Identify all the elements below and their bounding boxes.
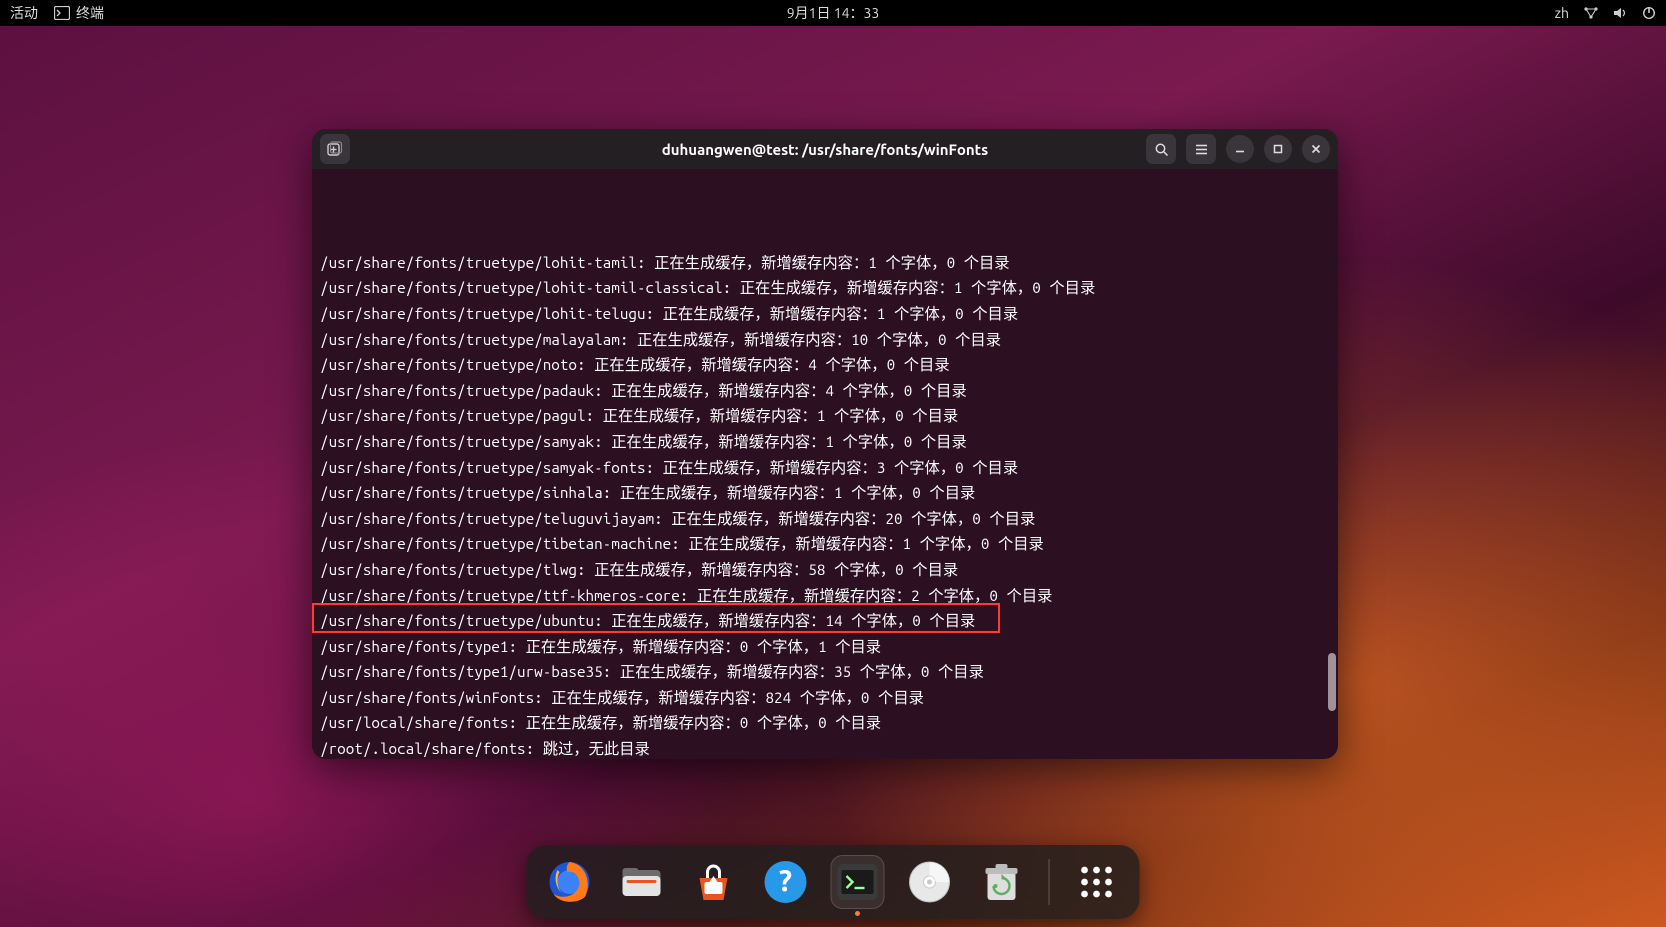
trash-icon[interactable] xyxy=(975,855,1029,909)
terminal-output-line: /usr/share/fonts/truetype/noto: 正在生成缓存，新… xyxy=(320,352,1330,378)
disc-icon[interactable] xyxy=(903,855,957,909)
terminal-output-line: /usr/share/fonts/truetype/padauk: 正在生成缓存… xyxy=(320,378,1330,404)
terminal-body[interactable]: /usr/share/fonts/truetype/lohit-tamil: 正… xyxy=(312,169,1338,759)
focused-app-menu[interactable]: 终端 xyxy=(54,3,104,23)
terminal-output-line: /usr/share/fonts/truetype/ttf-khmeros-co… xyxy=(320,583,1330,609)
firefox-icon[interactable] xyxy=(543,855,597,909)
window-titlebar[interactable]: duhuangwen@test: /usr/share/fonts/winFon… xyxy=(312,129,1338,169)
hamburger-menu-button[interactable] xyxy=(1186,134,1216,164)
search-button[interactable] xyxy=(1146,134,1176,164)
terminal-output-line: /usr/share/fonts/truetype/pagul: 正在生成缓存，… xyxy=(320,403,1330,429)
terminal-icon[interactable] xyxy=(831,855,885,909)
terminal-output-line: /usr/share/fonts/truetype/lohit-telugu: … xyxy=(320,301,1330,327)
help-icon[interactable]: ? xyxy=(759,855,813,909)
clock[interactable]: 9月1日 14：33 xyxy=(787,3,880,23)
topbar: 活动 终端 9月1日 14：33 zh xyxy=(0,0,1666,26)
terminal-output-line: /usr/share/fonts/truetype/sinhala: 正在生成缓… xyxy=(320,480,1330,506)
dock-divider xyxy=(1049,859,1050,905)
terminal-output-line: /usr/share/fonts/truetype/tibetan-machin… xyxy=(320,531,1330,557)
input-method-indicator[interactable]: zh xyxy=(1555,5,1569,21)
terminal-output-line: /usr/share/fonts/truetype/samyak: 正在生成缓存… xyxy=(320,429,1330,455)
terminal-output-line: /usr/share/fonts/truetype/ubuntu: 正在生成缓存… xyxy=(320,608,1330,634)
power-icon[interactable] xyxy=(1642,6,1656,20)
apps-grid-icon[interactable] xyxy=(1070,855,1124,909)
terminal-output-line: /usr/share/fonts/type1: 正在生成缓存，新增缓存内容：0 … xyxy=(320,634,1330,660)
terminal-window: duhuangwen@test: /usr/share/fonts/winFon… xyxy=(312,129,1338,759)
close-button[interactable] xyxy=(1302,135,1330,163)
scrollbar-thumb[interactable] xyxy=(1328,653,1336,711)
terminal-icon xyxy=(54,6,70,20)
terminal-output-line: /usr/share/fonts/truetype/lohit-tamil-cl… xyxy=(320,275,1330,301)
terminal-output-line: /usr/local/share/fonts: 正在生成缓存，新增缓存内容：0 … xyxy=(320,710,1330,736)
terminal-output-line: /usr/share/fonts/truetype/lohit-tamil: 正… xyxy=(320,250,1330,276)
dock: ? xyxy=(527,845,1140,919)
terminal-output-line: /usr/share/fonts/truetype/tlwg: 正在生成缓存，新… xyxy=(320,557,1330,583)
terminal-output-line: /usr/share/fonts/truetype/samyak-fonts: … xyxy=(320,455,1330,481)
sound-icon[interactable] xyxy=(1613,6,1628,20)
minimize-button[interactable] xyxy=(1226,135,1254,163)
terminal-output-line: /root/.local/share/fonts: 跳过，无此目录 xyxy=(320,736,1330,759)
svg-text:?: ? xyxy=(779,863,792,897)
new-tab-button[interactable] xyxy=(320,134,350,164)
maximize-button[interactable] xyxy=(1264,135,1292,163)
software-icon[interactable] xyxy=(687,855,741,909)
terminal-output-line: /usr/share/fonts/truetype/teluguvijayam:… xyxy=(320,506,1330,532)
terminal-output-line: /usr/share/fonts/winFonts: 正在生成缓存，新增缓存内容… xyxy=(320,685,1330,711)
terminal-output-line: /usr/share/fonts/truetype/malayalam: 正在生… xyxy=(320,327,1330,353)
focused-app-label: 终端 xyxy=(76,3,104,23)
activities-button[interactable]: 活动 xyxy=(10,3,38,23)
terminal-output-line: /usr/share/fonts/type1/urw-base35: 正在生成缓… xyxy=(320,659,1330,685)
files-icon[interactable] xyxy=(615,855,669,909)
window-title: duhuangwen@test: /usr/share/fonts/winFon… xyxy=(662,141,988,158)
network-icon[interactable] xyxy=(1583,6,1599,20)
